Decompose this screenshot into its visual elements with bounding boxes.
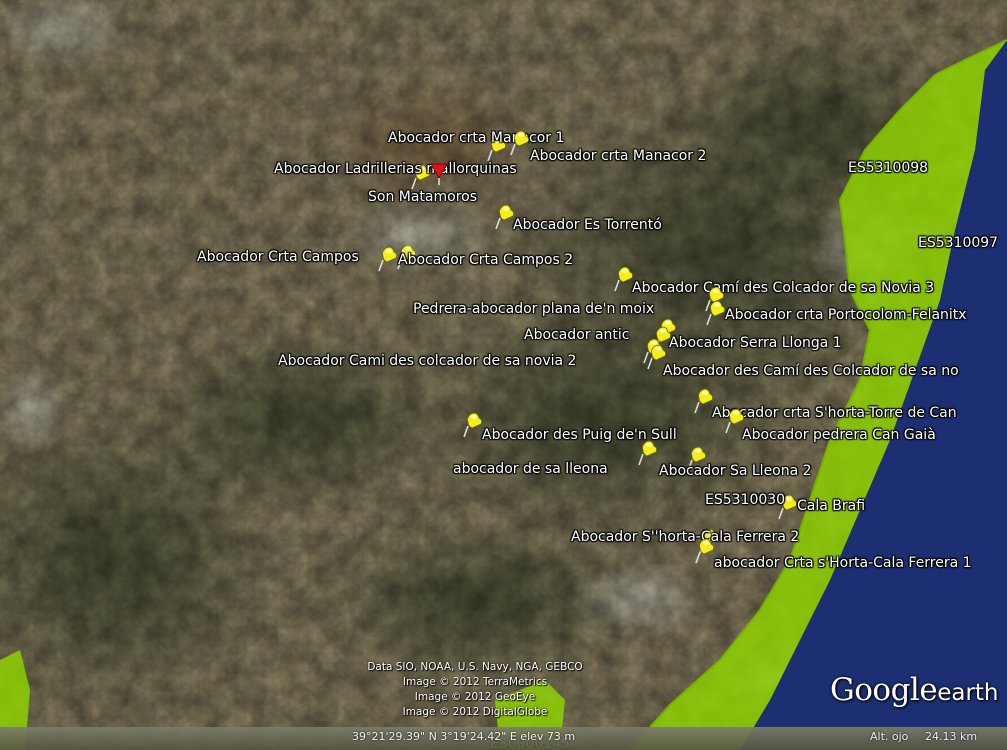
google-earth-logo: Googleearth xyxy=(830,672,999,708)
yellow-pushpin-icon[interactable] xyxy=(462,412,484,438)
protected-area-label[interactable]: ES5310098 xyxy=(848,160,928,176)
yellow-pushpin-icon[interactable] xyxy=(637,440,659,466)
placemark-label[interactable]: abocador Crta s'Horta-Cala Ferrera 1 xyxy=(714,555,972,571)
yellow-pushpin-icon[interactable] xyxy=(694,538,716,564)
placemark-label[interactable]: Abocador des Camí des Colcador de sa no xyxy=(663,363,959,379)
pointer-coordinates: 39°21'29.39" N 3°19'24.42" E elev 73 m xyxy=(352,730,576,743)
credit-line: Image © 2012 TerraMetrics xyxy=(402,676,548,688)
placemark-label[interactable]: Abocador crta S'horta-Torre de Can xyxy=(712,405,957,421)
red-placemark-icon[interactable] xyxy=(428,160,450,186)
placemark-label[interactable]: Pedrera-abocador plana de'n moix xyxy=(413,301,654,317)
status-bar: 39°21'29.39" N 3°19'24.42" E elev 73 m A… xyxy=(0,727,1007,750)
placemark-label[interactable]: Abocador crta Manacor 1 xyxy=(388,130,564,146)
placemark-label[interactable]: Abocador Cami des colcador de sa novia 2 xyxy=(278,353,576,369)
placemark-label[interactable]: Cala Brafi xyxy=(797,498,865,514)
placemark-label[interactable]: Abocador Ladrillerias mallorquinas xyxy=(274,161,517,177)
credit-line: Image © 2012 GeoEye xyxy=(414,691,536,703)
imagery-credits: Data SIO, NOAA, U.S. Navy, NGA, GEBCO Im… xyxy=(330,660,620,720)
protected-area-label[interactable]: ES5310097 xyxy=(918,235,998,251)
placemark-label[interactable]: Abocador S''horta-Cala Ferrera 2 xyxy=(571,529,799,545)
placemark-label[interactable]: Abocador Crta Campos xyxy=(197,249,359,265)
placemark-label[interactable]: Abocador antic xyxy=(524,327,630,343)
logo-google: Google xyxy=(830,672,938,708)
placemark-label[interactable]: Abocador Sa Lleona 2 xyxy=(659,463,812,479)
credit-line: Data SIO, NOAA, U.S. Navy, NGA, GEBCO xyxy=(367,661,583,673)
placemark-label[interactable]: Abocador Serra Llonga 1 xyxy=(669,335,842,351)
eye-alt-value: 24.13 km xyxy=(925,730,978,743)
map-view[interactable]: Abocador crta Manacor 1 Abocador crta Man… xyxy=(0,0,1007,750)
placemark-label[interactable]: Abocador crta Portocolom-Felanitx xyxy=(725,307,967,323)
protected-area-label[interactable]: ES5310030 xyxy=(705,492,785,508)
placemark-label[interactable]: Son Matamoros xyxy=(368,189,477,205)
logo-earth: earth xyxy=(937,680,999,706)
placemark-label[interactable]: abocador de sa lleona xyxy=(453,461,608,477)
credit-line: Image © 2012 DigitalGlobe xyxy=(402,706,548,718)
placemark-label[interactable]: Abocador Camí des Colcador de sa Novia 3 xyxy=(632,280,934,296)
eye-alt-label: Alt. ojo xyxy=(870,730,909,743)
placemark-label[interactable]: Abocador pedrera Can Gaià xyxy=(742,427,936,443)
placemark-label[interactable]: Abocador crta Manacor 2 xyxy=(530,148,706,164)
placemark-label[interactable]: Abocador Crta Campos 2 xyxy=(398,252,573,268)
yellow-pushpin-icon[interactable] xyxy=(705,300,727,326)
yellow-pushpin-icon[interactable] xyxy=(509,130,531,156)
placemark-label[interactable]: Abocador Es Torrentó xyxy=(513,217,662,233)
